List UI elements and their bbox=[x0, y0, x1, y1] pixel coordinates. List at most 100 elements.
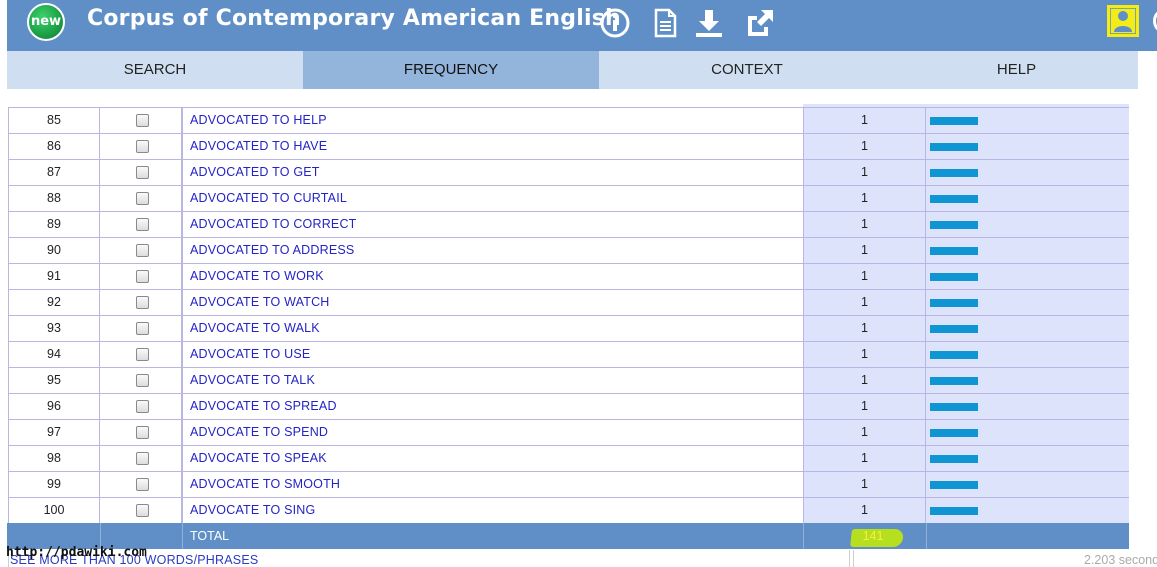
frequency-bar bbox=[930, 221, 978, 229]
tab-frequency[interactable]: FREQUENCY bbox=[303, 51, 599, 89]
watermark: http://pdawiki.com bbox=[6, 545, 147, 560]
frequency-bar bbox=[930, 169, 978, 177]
row-checkbox[interactable] bbox=[136, 244, 149, 257]
total-divider bbox=[803, 523, 804, 549]
total-label: TOTAL bbox=[190, 529, 230, 543]
column-divider bbox=[182, 212, 183, 238]
row-checkbox[interactable] bbox=[136, 478, 149, 491]
row-word-link[interactable]: ADVOCATE TO WORK bbox=[190, 264, 803, 289]
new-badge[interactable]: new bbox=[27, 3, 65, 41]
row-checkbox[interactable] bbox=[136, 218, 149, 231]
column-divider bbox=[182, 368, 183, 394]
row-word-link[interactable]: ADVOCATE TO WALK bbox=[190, 316, 803, 341]
table-row: 85 ADVOCATED TO HELP 1 bbox=[8, 108, 1129, 134]
table-row: 88 ADVOCATED TO CURTAIL 1 bbox=[8, 186, 1129, 212]
row-number: 86 bbox=[8, 134, 100, 160]
row-checkbox-cell bbox=[100, 446, 182, 472]
tab-context[interactable]: CONTEXT bbox=[599, 51, 895, 89]
row-word-link[interactable]: ADVOCATE TO SPEND bbox=[190, 420, 803, 445]
app-title: Corpus of Contemporary American English bbox=[87, 6, 621, 31]
row-bar-cell bbox=[926, 368, 1129, 393]
row-word-link[interactable]: ADVOCATE TO USE bbox=[190, 342, 803, 367]
tab-help[interactable]: HELP bbox=[895, 51, 1138, 89]
column-divider bbox=[182, 264, 183, 290]
row-bar-cell bbox=[926, 238, 1129, 263]
row-number: 99 bbox=[8, 472, 100, 498]
row-checkbox[interactable] bbox=[136, 374, 149, 387]
row-frequency: 1 bbox=[803, 316, 926, 342]
frequency-bar bbox=[930, 273, 978, 281]
row-frequency: 1 bbox=[803, 446, 926, 472]
row-bar-cell bbox=[926, 420, 1129, 445]
row-frequency: 1 bbox=[803, 368, 926, 394]
row-word-link[interactable]: ADVOCATE TO WATCH bbox=[190, 290, 803, 315]
row-frequency: 1 bbox=[803, 290, 926, 316]
row-checkbox-cell bbox=[100, 420, 182, 446]
row-frequency: 1 bbox=[803, 108, 926, 134]
table-row: 99 ADVOCATE TO SMOOTH 1 bbox=[8, 472, 1129, 498]
row-word-link[interactable]: ADVOCATE TO TALK bbox=[190, 368, 803, 393]
table-row: 92 ADVOCATE TO WATCH 1 bbox=[8, 290, 1129, 316]
column-divider bbox=[182, 290, 183, 316]
row-checkbox[interactable] bbox=[136, 296, 149, 309]
row-word-link[interactable]: ADVOCATED TO HAVE bbox=[190, 134, 803, 159]
user-account-button[interactable] bbox=[1107, 5, 1139, 37]
header-bar: new Corpus of Contemporary American Engl… bbox=[7, 0, 1157, 51]
row-number: 90 bbox=[8, 238, 100, 264]
row-bar-cell bbox=[926, 290, 1129, 315]
table-row: 98 ADVOCATE TO SPEAK 1 bbox=[8, 446, 1129, 472]
info-icon[interactable] bbox=[599, 7, 631, 39]
column-divider bbox=[182, 186, 183, 212]
row-checkbox[interactable] bbox=[136, 400, 149, 413]
frequency-bar bbox=[930, 507, 978, 515]
row-checkbox-cell bbox=[100, 394, 182, 420]
query-timing: 2.203 seconds bbox=[1084, 553, 1157, 567]
row-checkbox-cell bbox=[100, 264, 182, 290]
download-icon[interactable] bbox=[693, 7, 725, 39]
table-row: 96 ADVOCATE TO SPREAD 1 bbox=[8, 394, 1129, 420]
column-divider bbox=[182, 342, 183, 368]
row-number: 97 bbox=[8, 420, 100, 446]
row-bar-cell bbox=[926, 160, 1129, 185]
row-word-link[interactable]: ADVOCATE TO SPREAD bbox=[190, 394, 803, 419]
user-icon bbox=[1110, 8, 1136, 34]
table-row: 89 ADVOCATED TO CORRECT 1 bbox=[8, 212, 1129, 238]
row-checkbox[interactable] bbox=[136, 504, 149, 517]
column-divider bbox=[182, 134, 183, 160]
row-word-link[interactable]: ADVOCATED TO CORRECT bbox=[190, 212, 803, 237]
row-word-link[interactable]: ADVOCATED TO CURTAIL bbox=[190, 186, 803, 211]
column-divider bbox=[182, 108, 183, 134]
row-number: 100 bbox=[8, 498, 100, 524]
row-checkbox-cell bbox=[100, 368, 182, 394]
row-checkbox[interactable] bbox=[136, 140, 149, 153]
row-checkbox[interactable] bbox=[136, 322, 149, 335]
frequency-bar bbox=[930, 455, 978, 463]
row-word-link[interactable]: ADVOCATED TO GET bbox=[190, 160, 803, 185]
document-icon[interactable] bbox=[649, 7, 681, 39]
row-word-link[interactable]: ADVOCATED TO ADDRESS bbox=[190, 238, 803, 263]
row-checkbox[interactable] bbox=[136, 114, 149, 127]
row-checkbox[interactable] bbox=[136, 452, 149, 465]
frequency-bar bbox=[930, 143, 978, 151]
row-word-link[interactable]: ADVOCATED TO HELP bbox=[190, 108, 803, 133]
row-number: 94 bbox=[8, 342, 100, 368]
frequency-bar bbox=[930, 117, 978, 125]
share-icon[interactable] bbox=[744, 7, 776, 39]
row-word-link[interactable]: ADVOCATE TO SING bbox=[190, 498, 803, 523]
row-word-link[interactable]: ADVOCATE TO SPEAK bbox=[190, 446, 803, 471]
table-row: 94 ADVOCATE TO USE 1 bbox=[8, 342, 1129, 368]
row-checkbox[interactable] bbox=[136, 192, 149, 205]
row-checkbox[interactable] bbox=[136, 426, 149, 439]
row-bar-cell bbox=[926, 212, 1129, 237]
frequency-bar bbox=[930, 351, 978, 359]
more-icon[interactable] bbox=[1153, 8, 1157, 34]
table-row: 95 ADVOCATE TO TALK 1 bbox=[8, 368, 1129, 394]
row-checkbox[interactable] bbox=[136, 348, 149, 361]
row-checkbox[interactable] bbox=[136, 270, 149, 283]
column-divider bbox=[182, 394, 183, 420]
row-checkbox-cell bbox=[100, 212, 182, 238]
row-word-link[interactable]: ADVOCATE TO SMOOTH bbox=[190, 472, 803, 497]
row-checkbox[interactable] bbox=[136, 166, 149, 179]
tab-search[interactable]: SEARCH bbox=[7, 51, 303, 89]
row-frequency: 1 bbox=[803, 212, 926, 238]
